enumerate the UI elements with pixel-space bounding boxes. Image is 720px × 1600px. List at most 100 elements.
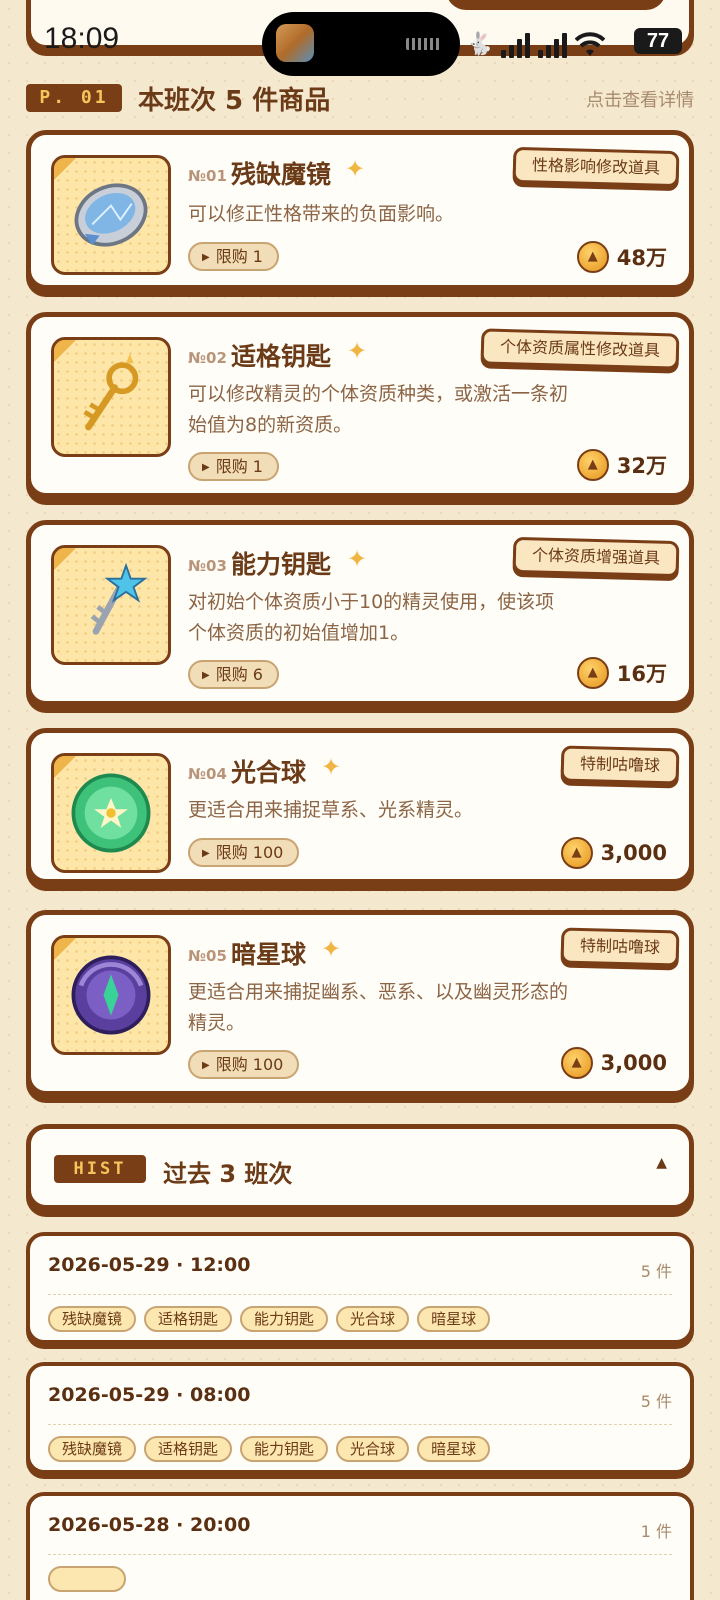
purchase-limit: ▶ 限购 1: [188, 242, 279, 271]
signal-2-icon: [538, 32, 568, 58]
item-name: 能力钥匙: [231, 550, 332, 579]
section-tag: P. 01: [26, 84, 122, 112]
history-row[interactable]: 2026-05-29 · 08:00 5 件 残缺魔镜 适格钥匙 能力钥匙 光合…: [26, 1362, 694, 1474]
item-name: 适格钥匙: [231, 342, 332, 371]
history-tags: 残缺魔镜 适格钥匙 能力钥匙 光合球 暗星球: [48, 1306, 491, 1332]
item-thumbnail: [51, 935, 171, 1055]
battery-indicator: 77: [634, 28, 682, 54]
signal-icon: [501, 32, 531, 58]
coin-icon: ▲: [560, 1047, 593, 1079]
coin-icon: ▲: [576, 657, 609, 689]
coin-icon: ▲: [576, 241, 609, 273]
purchase-limit-label: 限购 100: [215, 1055, 284, 1074]
item-category-badge: 个体资质属性修改道具: [480, 328, 680, 370]
play-icon: ▶: [202, 252, 210, 263]
price-value: 3,000: [600, 841, 667, 865]
price-value: 3,000: [600, 1051, 667, 1075]
play-icon: ▶: [202, 670, 210, 681]
purchase-limit: ▶ 限购 1: [188, 452, 279, 481]
purchase-limit-label: 限购 1: [215, 457, 263, 476]
purchase-limit-label: 限购 100: [215, 843, 284, 862]
sparkle-icon: ✦: [321, 753, 342, 781]
item-description: 更适合用来捕捉草系、光系精灵。: [188, 799, 474, 821]
coin-icon: ▲: [576, 449, 609, 481]
play-icon: ▶: [202, 848, 210, 859]
sparkle-icon: ✦: [321, 935, 342, 963]
history-date: 2026-05-28 · 20:00: [48, 1514, 251, 1536]
item-chip: 光合球: [336, 1306, 410, 1332]
price-value: 48万: [616, 246, 667, 270]
item-category-badge: 特制咕噜球: [560, 927, 680, 967]
item-price: ▲ 3,000: [560, 837, 667, 869]
purchase-limit-label: 限购 1: [215, 247, 263, 266]
item-thumbnail: [51, 545, 171, 665]
golden-key-icon: [83, 353, 139, 431]
item-chip: 暗星球: [417, 1306, 491, 1332]
item-category-badge: 特制咕噜球: [560, 745, 680, 785]
green-ball-icon: [71, 773, 151, 853]
collapse-icon[interactable]: ▲: [656, 1155, 667, 1171]
app-notification-icon: 🐇: [466, 32, 494, 57]
item-card[interactable]: №05 暗星球 ✦ 特制咕噜球 更适合用来捕捉幽系、恶系、以及幽灵形态的精灵。 …: [26, 910, 694, 1096]
item-price: ▲ 32万: [576, 449, 667, 481]
sparkle-icon: ✦: [345, 155, 366, 183]
item-name: 残缺魔镜: [231, 160, 332, 189]
history-tags: 残缺魔镜 适格钥匙 能力钥匙 光合球 暗星球: [48, 1436, 491, 1462]
item-chip: [48, 1566, 126, 1592]
item-card[interactable]: №02 适格钥匙 ✦ 个体资质属性修改道具 可以修改精灵的个体资质种类，或激活一…: [26, 312, 694, 498]
item-price: ▲ 16万: [576, 657, 667, 689]
item-chip: 适格钥匙: [144, 1306, 233, 1332]
history-tags: [48, 1566, 126, 1592]
purchase-limit-label: 限购 6: [215, 665, 263, 684]
item-price: ▲ 48万: [576, 241, 667, 273]
dynamic-island: [262, 12, 460, 76]
item-thumbnail: [51, 753, 171, 873]
purchase-limit: ▶ 限购 100: [188, 1050, 300, 1079]
broken-mirror-icon: [74, 183, 148, 247]
play-icon: ▶: [202, 1060, 210, 1071]
previous-card-button[interactable]: [446, 0, 666, 10]
item-chip: 能力钥匙: [240, 1306, 329, 1332]
history-count: 1 件: [640, 1522, 672, 1541]
play-icon: ▶: [202, 462, 210, 473]
item-category-badge: 个体资质增强道具: [512, 536, 680, 578]
history-count: 5 件: [640, 1392, 672, 1411]
item-price: ▲ 3,000: [560, 1047, 667, 1079]
item-thumbnail: [51, 155, 171, 275]
star-key-icon: [90, 562, 148, 635]
item-number: №03: [188, 557, 227, 575]
divider: [48, 1554, 672, 1555]
item-chip: 暗星球: [417, 1436, 491, 1462]
item-name: 光合球: [231, 758, 307, 787]
coin-icon: ▲: [560, 837, 593, 869]
item-chip: 适格钥匙: [144, 1436, 233, 1462]
item-description: 可以修正性格带来的负面影响。: [188, 203, 455, 225]
sparkle-icon: ✦: [347, 545, 368, 573]
history-tag: HIST: [54, 1155, 146, 1183]
island-avatar: [276, 24, 314, 62]
dark-ball-icon: [71, 955, 151, 1035]
divider: [48, 1424, 672, 1425]
history-row[interactable]: 2026-05-29 · 12:00 5 件 残缺魔镜 适格钥匙 能力钥匙 光合…: [26, 1232, 694, 1344]
item-card[interactable]: №03 能力钥匙 ✦ 个体资质增强道具 对初始个体资质小于10的精灵使用，使该项…: [26, 520, 694, 706]
history-count: 5 件: [640, 1262, 672, 1281]
section-title: 本班次 5 件商品: [138, 86, 331, 116]
purchase-limit: ▶ 限购 6: [188, 660, 279, 689]
item-category-badge: 性格影响修改道具: [512, 146, 680, 188]
history-header[interactable]: HIST 过去 3 班次 ▲: [26, 1124, 694, 1210]
purchase-limit: ▶ 限购 100: [188, 838, 300, 867]
sparkle-icon: ✦: [347, 337, 368, 365]
item-description: 可以修改精灵的个体资质种类，或激活一条初始值为8的新资质。: [188, 383, 569, 436]
item-number: №02: [188, 349, 227, 367]
item-chip: 能力钥匙: [240, 1436, 329, 1462]
item-card[interactable]: №01 残缺魔镜 ✦ 性格影响修改道具 可以修正性格带来的负面影响。 ▶ 限购 1…: [26, 130, 694, 290]
item-number: №05: [188, 947, 227, 965]
history-row[interactable]: 2026-05-28 · 20:00 1 件: [26, 1492, 694, 1600]
item-description: 更适合用来捕捉幽系、恶系、以及幽灵形态的精灵。: [188, 981, 569, 1034]
status-icons: 🐇: [466, 24, 606, 58]
history-title: 过去 3 班次: [163, 1160, 293, 1188]
item-card[interactable]: №04 光合球 ✦ 特制咕噜球 更适合用来捕捉草系、光系精灵。 ▶ 限购 100 …: [26, 728, 694, 884]
price-value: 32万: [616, 454, 667, 478]
view-details-link[interactable]: 点击查看详情: [586, 86, 694, 112]
item-number: №01: [188, 167, 227, 185]
